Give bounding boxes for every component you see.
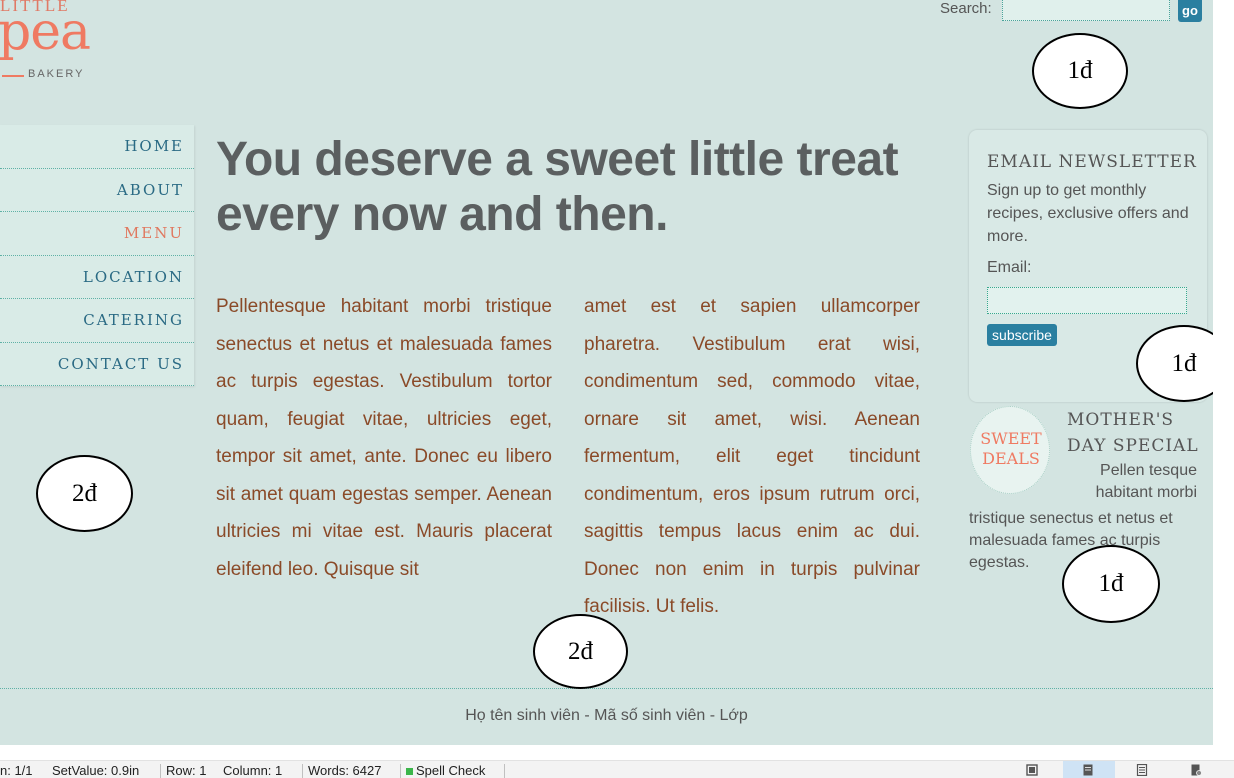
- sweet-deals-badge: SWEET DEALS: [970, 406, 1050, 494]
- score-circle-deals: 1đ: [1062, 545, 1160, 623]
- logo-bakery-text: BAKERY: [28, 68, 85, 80]
- status-column: Column: 1: [223, 763, 283, 778]
- status-words: Words: 6427: [308, 763, 382, 778]
- email-field[interactable]: [987, 287, 1187, 314]
- spell-check-indicator-icon: [406, 768, 413, 775]
- sweet-deals-line-2: DEALS: [982, 449, 1040, 468]
- main-nav: HOME ABOUT MENU LOCATION CATERING CONTAC…: [0, 125, 194, 386]
- body-text-column-2: amet est et sapien ullamcorper pharetra.…: [584, 296, 920, 617]
- status-row: Row: 1: [166, 763, 207, 778]
- footer-text: Họ tên sinh viên - Mã số sinh viên - Lớp: [465, 707, 748, 724]
- page-view-icon[interactable]: [1082, 764, 1094, 776]
- page-headline: You deserve a sweet little treat every n…: [216, 133, 899, 241]
- nav-item-menu[interactable]: MENU: [0, 212, 194, 256]
- body-text-column-1: Pellentesque habitant morbi tristique se…: [216, 296, 552, 580]
- logo-pea-text: pea: [0, 2, 91, 62]
- status-bar: n: 1/1 SetValue: 0.9in Row: 1 Column: 1 …: [0, 760, 1234, 778]
- score-circle-content: 2đ: [533, 614, 628, 689]
- logo-rule: [2, 75, 24, 77]
- sweet-deals-line-1: SWEET: [980, 429, 1042, 448]
- newsletter-title: EMAIL NEWSLETTER: [987, 152, 1197, 172]
- status-separator: [504, 764, 505, 778]
- spell-check-label: Spell Check: [416, 763, 486, 778]
- mothers-day-text-short: Pellen tesque habitant morbi: [1095, 462, 1197, 501]
- email-label: Email:: [987, 259, 1032, 276]
- nav-item-contact-us[interactable]: CONTACT US: [0, 343, 194, 386]
- web-page: LITTLE pea BAKERY Search: go HOME ABOUT …: [0, 0, 1232, 745]
- mothers-day-title: MOTHER'S DAY SPECIAL: [1067, 410, 1199, 456]
- status-separator: [400, 764, 401, 778]
- status-section: n: 1/1: [0, 763, 33, 778]
- bakery-logo[interactable]: LITTLE pea BAKERY: [0, 0, 110, 86]
- nav-item-catering[interactable]: CATERING: [0, 299, 194, 343]
- search-go-button[interactable]: go: [1178, 0, 1202, 22]
- status-separator: [160, 764, 161, 778]
- score-circle-search: 1đ: [1032, 33, 1128, 109]
- fullscreen-view-icon[interactable]: [1026, 764, 1038, 776]
- page-gutter: [1213, 0, 1234, 745]
- status-separator: [302, 764, 303, 778]
- footer-divider: [0, 688, 1213, 689]
- score-circle-nav: 2đ: [36, 455, 133, 532]
- sweet-deals-text: SWEET DEALS: [971, 429, 1051, 469]
- nav-item-about[interactable]: ABOUT: [0, 169, 194, 212]
- nav-item-home[interactable]: HOME: [0, 125, 194, 169]
- newsletter-description: Sign up to get monthly recipes, exclusiv…: [987, 182, 1189, 245]
- status-setvalue: SetValue: 0.9in: [52, 763, 140, 778]
- subscribe-button[interactable]: subscribe: [987, 324, 1057, 346]
- text-view-icon[interactable]: [1136, 764, 1148, 776]
- spell-check-status[interactable]: Spell Check: [406, 763, 485, 778]
- search-input[interactable]: [1002, 0, 1170, 21]
- nav-item-location[interactable]: LOCATION: [0, 256, 194, 299]
- document-settings-icon[interactable]: [1190, 764, 1202, 776]
- search-label: Search:: [940, 0, 992, 17]
